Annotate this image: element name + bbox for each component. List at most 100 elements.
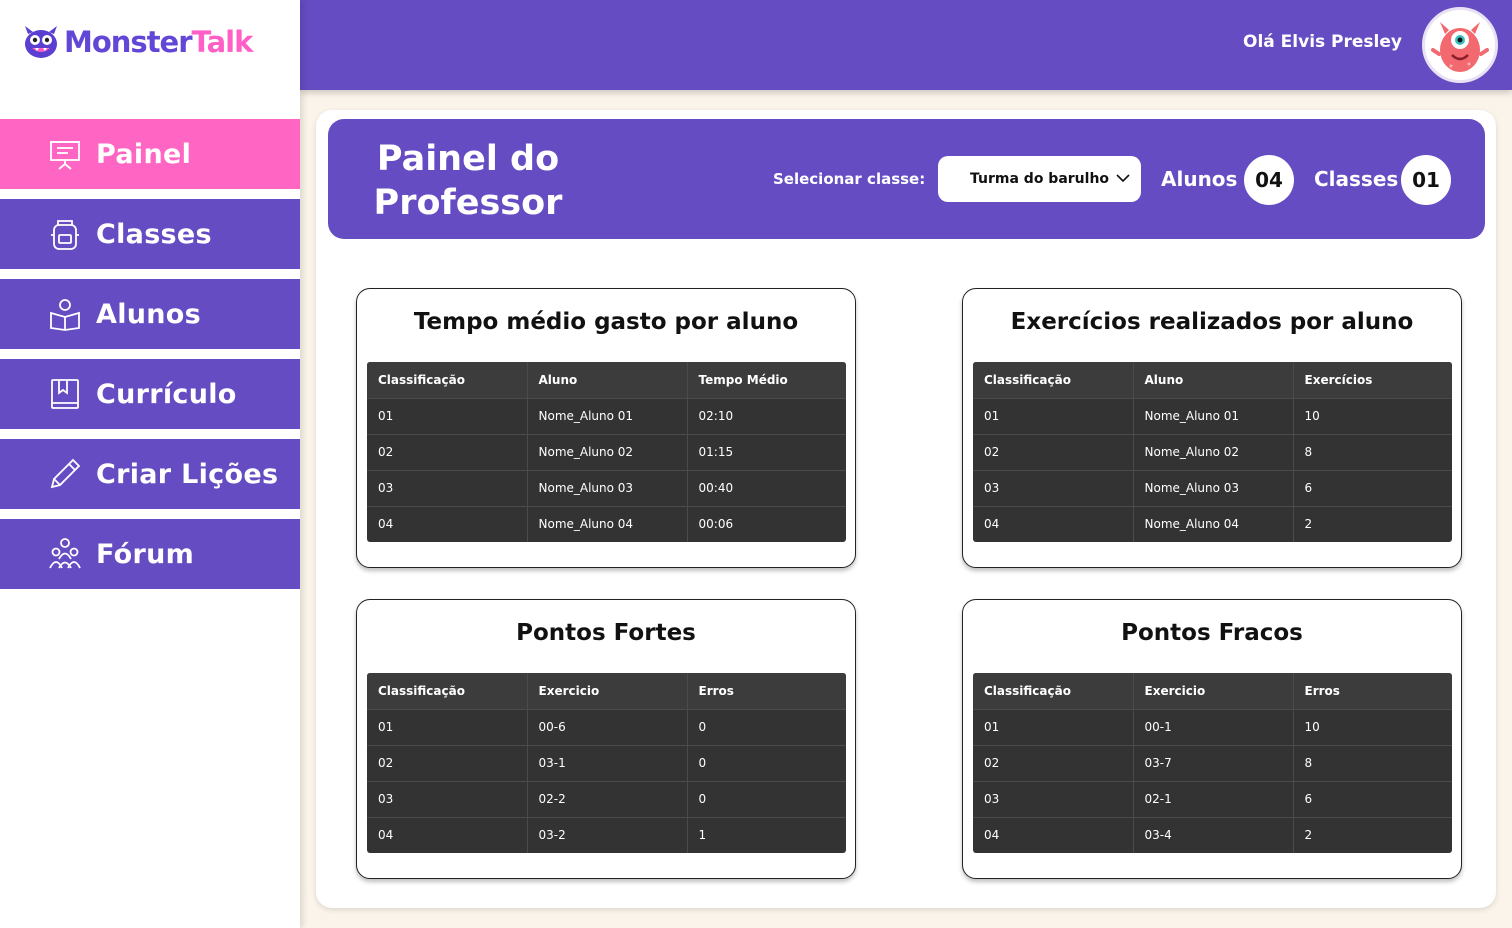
top-bar: Olá Elvis Presley bbox=[300, 0, 1512, 90]
main-content: Painel do Professor Selecionar classe: T… bbox=[316, 110, 1496, 908]
sidebar-item-label: Classes bbox=[96, 218, 212, 250]
sidebar-item-label: Criar Lições bbox=[96, 458, 279, 490]
table-cell: 02-2 bbox=[527, 781, 688, 818]
class-select-label: Selecionar classe: bbox=[773, 170, 926, 188]
table-cell: 01 bbox=[973, 398, 1134, 435]
backpack-icon bbox=[51, 220, 79, 250]
table-cell: 03 bbox=[973, 470, 1134, 507]
column-header: Exercicio bbox=[1133, 673, 1294, 710]
column-header: Classificação bbox=[973, 673, 1134, 710]
sidebar-item-alunos[interactable]: Alunos bbox=[0, 279, 300, 349]
table-row: 03 02-1 6 bbox=[973, 781, 1452, 818]
chevron-down-icon bbox=[1116, 174, 1130, 183]
table-row: 02 Nome_Aluno 02 8 bbox=[973, 434, 1452, 471]
sidebar-item-painel[interactable]: Painel bbox=[0, 119, 300, 189]
table-cell: 01 bbox=[367, 709, 528, 746]
student-book-icon bbox=[50, 299, 80, 331]
table-cell: 10 bbox=[1293, 398, 1452, 435]
column-header: Aluno bbox=[527, 362, 688, 399]
table-cell: 02 bbox=[367, 745, 528, 782]
table-cell: Nome_Aluno 02 bbox=[1133, 434, 1294, 471]
table-cell: 02 bbox=[973, 745, 1134, 782]
table-cell: 02 bbox=[367, 434, 528, 471]
table-cell: 01 bbox=[973, 709, 1134, 746]
alunos-count-badge: 04 bbox=[1244, 155, 1294, 205]
table-row: 03 Nome_Aluno 03 00:40 bbox=[367, 470, 846, 507]
panel-title: Pontos Fortes bbox=[516, 620, 696, 646]
table-cell: 03 bbox=[367, 781, 528, 818]
group-people-icon bbox=[49, 538, 81, 569]
table-row: 04 Nome_Aluno 04 2 bbox=[973, 506, 1452, 542]
table-row: 04 03-2 1 bbox=[367, 817, 846, 853]
user-greeting: Olá Elvis Presley bbox=[1243, 32, 1402, 52]
monster-avatar-icon bbox=[1431, 22, 1489, 72]
panel-title: Pontos Fracos bbox=[1121, 620, 1303, 646]
logo-wordmark: MonsterTalk bbox=[64, 25, 253, 59]
class-select-dropdown[interactable]: Turma do barulho bbox=[938, 156, 1141, 202]
classes-stat-label: Classes bbox=[1314, 167, 1399, 191]
table-cell: Nome_Aluno 01 bbox=[527, 398, 688, 435]
table-cell: 2 bbox=[1304, 517, 1313, 532]
table-header-row: Classificação Exercicio Erros bbox=[973, 673, 1452, 710]
table-cell: 2 bbox=[1304, 828, 1313, 843]
table-cell: Nome_Aluno 04 bbox=[1133, 506, 1294, 542]
table-cell: Nome_Aluno 01 bbox=[1133, 398, 1294, 435]
classes-count-badge: 01 bbox=[1401, 155, 1451, 205]
table-row: 02 03-7 8 bbox=[973, 745, 1452, 782]
table-header-row: Classificação Aluno Tempo Médio bbox=[367, 362, 846, 399]
sidebar-item-label: Alunos bbox=[96, 298, 202, 330]
table-row: 01 Nome_Aluno 01 02:10 bbox=[367, 398, 846, 435]
table-cell: Nome_Aluno 03 bbox=[527, 470, 688, 507]
table-cell: 03-1 bbox=[527, 745, 688, 782]
strengths-panel: Pontos Fortes Classificação Exercicio Er… bbox=[356, 599, 856, 879]
weaknesses-panel: Pontos Fracos Classificação Exercicio Er… bbox=[962, 599, 1462, 879]
column-header: Aluno bbox=[1133, 362, 1294, 399]
sidebar-item-forum[interactable]: Fórum bbox=[0, 519, 300, 589]
sidebar-item-classes[interactable]: Classes bbox=[0, 199, 300, 269]
table-header-row: Classificação Exercicio Erros bbox=[367, 673, 846, 710]
table-cell: 00-1 bbox=[1133, 709, 1294, 746]
panel-title: Exercícios realizados por aluno bbox=[1010, 309, 1414, 335]
avg-time-table: Classificação Aluno Tempo Médio 01 Nome_A… bbox=[367, 362, 846, 542]
column-header: Classificação bbox=[367, 673, 528, 710]
app-logo[interactable]: MonsterTalk bbox=[22, 22, 253, 62]
table-row: 03 Nome_Aluno 03 6 bbox=[973, 470, 1452, 507]
column-header: Tempo Médio bbox=[687, 362, 846, 399]
table-row: 04 Nome_Aluno 04 00:06 bbox=[367, 506, 846, 542]
sidebar-item-label: Painel bbox=[96, 138, 192, 170]
sidebar-item-label: Fórum bbox=[96, 538, 195, 570]
table-row: 01 00-6 0 bbox=[367, 709, 846, 746]
column-header: Exercícios bbox=[1293, 362, 1452, 399]
avatar[interactable] bbox=[1422, 7, 1498, 83]
table-cell: 04 bbox=[973, 506, 1134, 542]
table-cell: 1 bbox=[698, 828, 707, 843]
pencil-icon bbox=[50, 458, 81, 489]
table-cell: 10 bbox=[1293, 709, 1452, 746]
alunos-stat-label: Alunos bbox=[1161, 167, 1238, 191]
sidebar-item-criar-licoes[interactable]: Criar Lições bbox=[0, 439, 300, 509]
sidebar-item-label: Currículo bbox=[96, 378, 237, 410]
column-header: Exercicio bbox=[527, 673, 688, 710]
table-cell: 00:06 bbox=[698, 517, 734, 532]
class-select-value: Turma do barulho bbox=[970, 171, 1110, 187]
table-cell: 6 bbox=[1293, 470, 1452, 507]
table-cell: 0 bbox=[687, 745, 846, 782]
table-row: 02 03-1 0 bbox=[367, 745, 846, 782]
table-cell: 01 bbox=[367, 398, 528, 435]
table-cell: 8 bbox=[1293, 745, 1452, 782]
table-cell: 03-4 bbox=[1133, 817, 1294, 853]
table-cell: 00-6 bbox=[527, 709, 688, 746]
table-header-row: Classificação Aluno Exercícios bbox=[973, 362, 1452, 399]
avg-time-panel: Tempo médio gasto por aluno Classificaçã… bbox=[356, 288, 856, 568]
exercises-done-panel: Exercícios realizados por aluno Classifi… bbox=[962, 288, 1462, 568]
column-header: Classificação bbox=[973, 362, 1134, 399]
table-cell: 03 bbox=[367, 470, 528, 507]
table-cell: 02:10 bbox=[687, 398, 846, 435]
table-cell: 03-2 bbox=[527, 817, 688, 853]
exercises-done-table: Classificação Aluno Exercícios 01 Nome_Al… bbox=[973, 362, 1452, 542]
weaknesses-table: Classificação Exercicio Erros 01 00-1 10 0… bbox=[973, 673, 1452, 853]
table-row: 01 00-1 10 bbox=[973, 709, 1452, 746]
table-cell: 02 bbox=[973, 434, 1134, 471]
monster-logo-icon bbox=[25, 26, 57, 58]
sidebar-item-curriculo[interactable]: Currículo bbox=[0, 359, 300, 429]
